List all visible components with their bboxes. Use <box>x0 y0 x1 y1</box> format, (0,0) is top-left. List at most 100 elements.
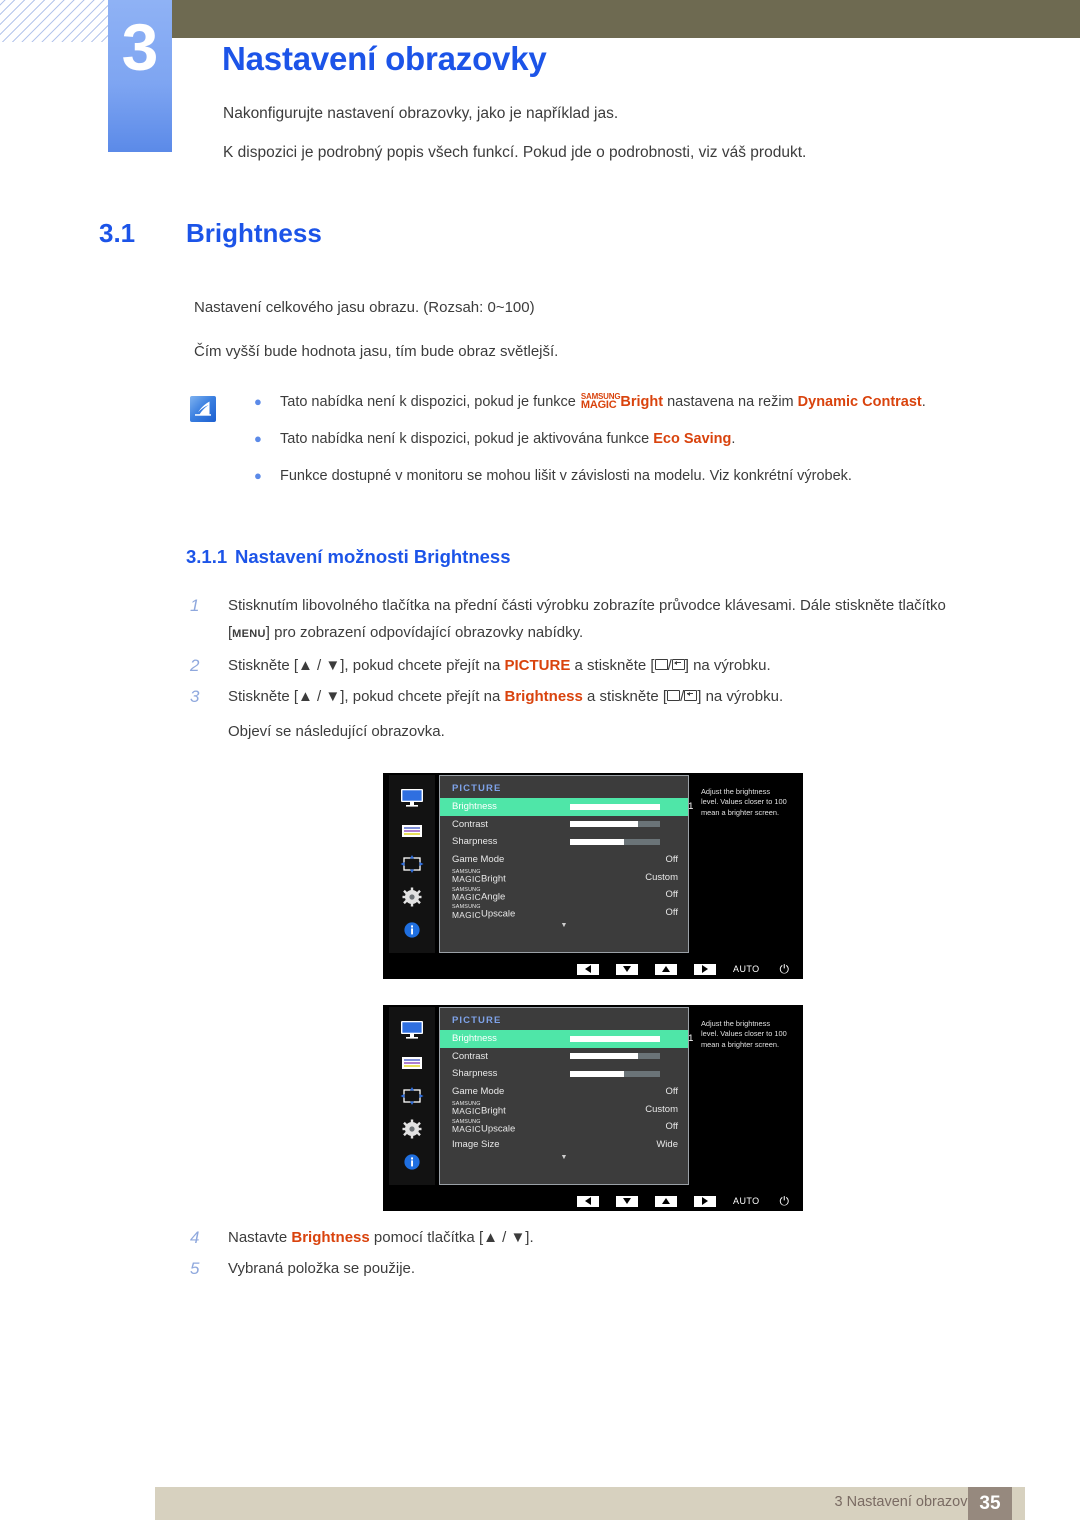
osd-row-label: SAMSUNG MAGIC Upscale <box>452 1119 570 1134</box>
osd-row-magicbright[interactable]: SAMSUNG MAGIC Bright Custom <box>440 1100 688 1118</box>
power-icon[interactable]: ⏻ <box>780 1194 790 1209</box>
step-number: 5 <box>190 1259 200 1278</box>
list-item: 5 Vybraná položka se použije. <box>190 1255 890 1282</box>
power-icon[interactable]: ⏻ <box>780 962 790 977</box>
magic-bottom-label: MAGIC <box>452 909 481 920</box>
osd-row-image-size[interactable]: Image Size Wide <box>440 1136 688 1154</box>
procedure-steps: 1 Stisknutím libovolného tlačítka na pře… <box>190 592 990 714</box>
auto-button-label[interactable]: AUTO <box>733 964 759 974</box>
osd-row-sharpness[interactable]: Sharpness 60 <box>440 1065 704 1083</box>
left-arrow-key[interactable] <box>577 963 600 975</box>
screen-adjust-icon[interactable] <box>397 853 427 875</box>
osd-row-slider[interactable] <box>570 1053 660 1060</box>
gear-icon[interactable] <box>397 1118 427 1140</box>
enter-return-icon <box>671 659 685 670</box>
magic-bottom-label: MAGIC <box>452 874 481 885</box>
list-item: 3 Stiskněte [▲ / ▼], pokud chcete přejít… <box>190 683 990 710</box>
osd-row-contrast[interactable]: Contrast 75 <box>440 1048 704 1066</box>
note-bullet-text: Tato nabídka není k dispozici, pokud je … <box>280 427 960 452</box>
info-icon[interactable] <box>397 1151 427 1173</box>
step-text-part-2: pomocí tlačítka [▲ / ▼]. <box>369 1229 534 1246</box>
list-item: 2 Stiskněte [▲ / ▼], pokud chcete přejít… <box>190 652 990 679</box>
step-text: Nastavte Brightness pomocí tlačítka [▲ /… <box>228 1224 890 1251</box>
color-bars-icon[interactable] <box>397 1052 427 1074</box>
list-item: ● Tato nabídka není k dispozici, pokud j… <box>248 427 960 452</box>
right-arrow-key[interactable] <box>694 1195 717 1207</box>
bullet-dot-icon: ● <box>254 468 262 483</box>
osd-row-value: Custom <box>645 1103 678 1115</box>
samsung-magic-lockup: SAMSUNG MAGIC <box>452 1119 481 1134</box>
auto-button-label[interactable]: AUTO <box>733 1196 759 1206</box>
step-text-part-2: ] pro zobrazení odpovídající obrazovky n… <box>265 624 584 641</box>
osd-row-label: Game Mode <box>452 1086 505 1098</box>
osd-row-brightness[interactable]: Brightness 100 <box>440 1030 704 1048</box>
info-icon[interactable] <box>397 919 427 941</box>
enter-return-icon <box>684 690 698 701</box>
osd-menu-heading: PICTURE <box>452 1015 502 1026</box>
chapter-header-bar <box>172 0 1080 38</box>
note-text-mid: nastavena na režim <box>663 394 798 410</box>
up-arrow-key[interactable] <box>655 963 678 975</box>
magic-bottom-label: MAGIC <box>452 1106 481 1117</box>
right-arrow-key[interactable] <box>694 963 717 975</box>
note-text-before: Tato nabídka není k dispozici, pokud je … <box>280 431 654 447</box>
osd-row-game-mode[interactable]: Game Mode Off <box>440 851 688 869</box>
note-pen-icon <box>190 396 216 422</box>
osd-row-magicupscale[interactable]: SAMSUNG MAGIC Upscale Off <box>440 1118 688 1136</box>
step-number: 2 <box>190 656 200 675</box>
osd-row-brightness[interactable]: Brightness 100 <box>440 798 704 816</box>
chapter-intro-line-2: K dispozici je podrobný popis všech funk… <box>223 144 807 161</box>
list-item: 4 Nastavte Brightness pomocí tlačítka [▲… <box>190 1224 890 1251</box>
up-arrow-key[interactable] <box>655 1195 678 1207</box>
step-text-part-3: ] na výrobku. <box>684 657 771 674</box>
page-title: Nastavení obrazovky <box>222 40 547 77</box>
decorative-hatch-pattern <box>0 0 112 42</box>
osd-body: PICTURE Brightness 100 Contrast 75 Sharp… <box>383 773 803 955</box>
osd-row-slider[interactable] <box>570 1035 660 1042</box>
osd-help-text: Adjust the brightness level. Values clos… <box>693 1007 797 1185</box>
osd-row-value: Off <box>665 889 679 901</box>
osd-row-label: Contrast <box>452 818 488 830</box>
down-arrow-key[interactable] <box>616 1195 639 1207</box>
note-bullet-text: Tato nabídka není k dispozici, pokud je … <box>280 390 960 415</box>
osd-row-slider[interactable] <box>570 1070 660 1077</box>
list-item: 1 Stisknutím libovolného tlačítka na pře… <box>190 592 990 648</box>
note-bullet-list: ● Tato nabídka není k dispozici, pokud j… <box>248 390 960 501</box>
osd-row-magicupscale[interactable]: SAMSUNG MAGIC Upscale Off <box>440 904 688 922</box>
osd-row-contrast[interactable]: Contrast 75 <box>440 816 704 834</box>
monitor-icon[interactable] <box>397 787 427 809</box>
monitor-icon[interactable] <box>397 1019 427 1041</box>
gear-icon[interactable] <box>397 886 427 908</box>
samsung-magic-lockup: SAMSUNG MAGIC <box>452 1101 481 1117</box>
note-text-after: . <box>731 431 736 447</box>
osd-row-value: Off <box>665 1086 679 1098</box>
osd-row-label: Contrast <box>452 1050 488 1062</box>
osd-row-sharpness[interactable]: Sharpness 60 <box>440 833 704 851</box>
osd-screenshot-2: PICTURE Brightness 100 Contrast 75 Sharp… <box>383 1005 803 1211</box>
note-highlight: Dynamic Contrast <box>797 394 922 410</box>
osd-row-magicbright[interactable]: SAMSUNG MAGIC Bright Custom <box>440 868 688 886</box>
osd-screenshot-1: PICTURE Brightness 100 Contrast 75 Sharp… <box>383 773 803 979</box>
magic-suffix-label: Upscale <box>480 908 516 920</box>
scroll-down-icon[interactable]: ▼ <box>440 1154 688 1161</box>
bullet-dot-icon: ● <box>254 394 262 409</box>
osd-row-magicangle[interactable]: SAMSUNG MAGIC Angle Off <box>440 886 688 904</box>
screen-adjust-icon[interactable] <box>397 1085 427 1107</box>
osd-row-label: Image Size <box>452 1138 500 1150</box>
bullet-dot-icon: ● <box>254 431 262 446</box>
magic-suffix-label: Angle <box>480 890 506 902</box>
samsung-magic-lockup: SAMSUNG MAGIC <box>452 887 481 902</box>
step-text-part-2: a stiskněte [ <box>570 657 655 674</box>
source-box-icon <box>654 659 668 670</box>
osd-row-slider[interactable] <box>570 838 660 845</box>
osd-row-game-mode[interactable]: Game Mode Off <box>440 1083 688 1101</box>
down-arrow-key[interactable] <box>616 963 639 975</box>
color-bars-icon[interactable] <box>397 820 427 842</box>
magic-bottom-label: MAGIC <box>452 891 481 902</box>
note-text-after: . <box>921 394 926 410</box>
osd-row-slider[interactable] <box>570 803 660 810</box>
chapter-intro-line-1: Nakonfigurujte nastavení obrazovky, jako… <box>223 105 619 122</box>
osd-row-slider[interactable] <box>570 821 660 828</box>
left-arrow-key[interactable] <box>577 1195 600 1207</box>
scroll-down-icon[interactable]: ▼ <box>440 922 688 929</box>
